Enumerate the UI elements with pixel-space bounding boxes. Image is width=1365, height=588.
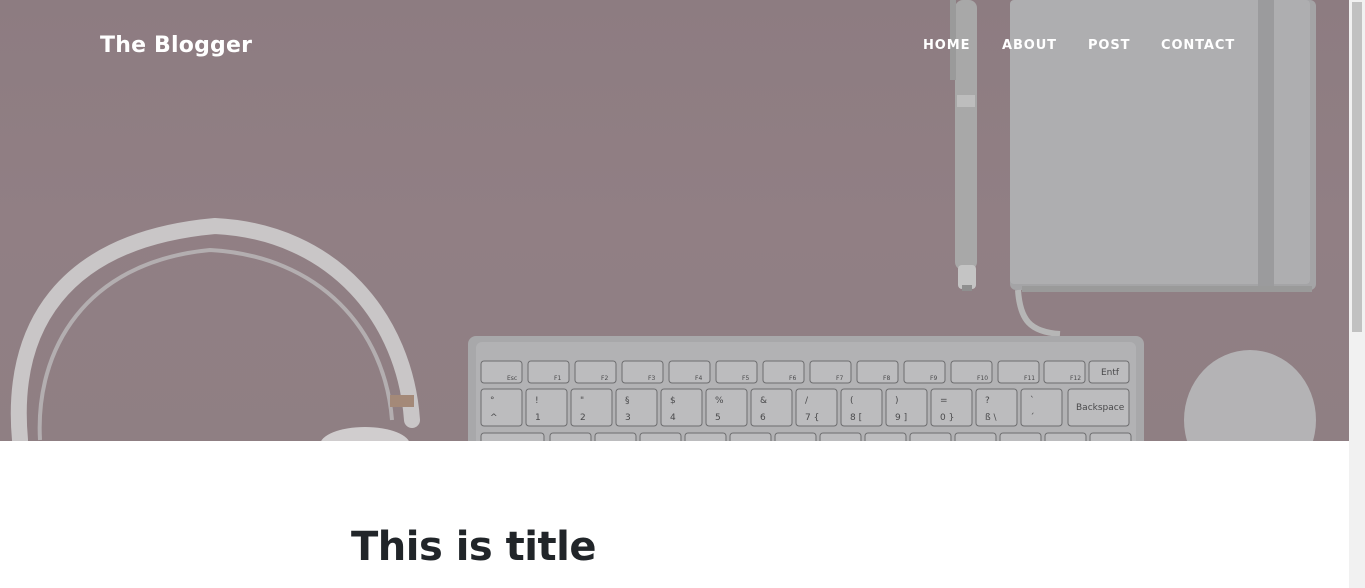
page: Esc F1 F2 F3 F4 F5 F6 F7 F8 F9 F10 F11 F12 Entf ° ^! 1 "… xyxy=(0,0,1349,588)
key-label: F7 xyxy=(836,375,843,382)
letter-key xyxy=(594,432,637,441)
number-key: /7 { xyxy=(795,388,838,427)
key-f12: F12 xyxy=(1043,360,1086,384)
key-label: % xyxy=(715,396,724,406)
scrollbar-thumb[interactable] xyxy=(1352,2,1362,332)
key-label: F5 xyxy=(742,375,749,382)
key-esc: Esc xyxy=(480,360,523,384)
key-label: ? xyxy=(985,396,990,406)
key-f7: F7 xyxy=(809,360,852,384)
key-label: 7 { xyxy=(805,413,819,423)
number-key: = 0 } xyxy=(930,388,973,427)
key-label: 2 xyxy=(580,413,586,423)
key-f4: F4 xyxy=(668,360,711,384)
number-key: (8 [ xyxy=(840,388,883,427)
letter-key xyxy=(909,432,952,441)
hero-desk-illustration: Esc F1 F2 F3 F4 F5 F6 F7 F8 F9 F10 F11 F12Entf °^!1"… xyxy=(10,0,1316,441)
key-f1: F1 xyxy=(527,360,570,384)
headphones-illustration xyxy=(10,217,420,441)
key-label: 9 ] xyxy=(895,413,907,423)
key-f3: F3 xyxy=(621,360,664,384)
mouse-illustration xyxy=(1184,350,1316,441)
key-label: Esc xyxy=(507,375,517,382)
nav-home[interactable]: HOME xyxy=(923,38,970,53)
number-key: ) 9 ] xyxy=(885,388,928,427)
number-key: ? ß \ xyxy=(975,388,1018,427)
number-key: "2 xyxy=(570,388,613,427)
key-label: ß \ xyxy=(985,413,998,423)
key-label: ) xyxy=(895,396,899,406)
letter-key xyxy=(639,432,682,441)
key-label: F3 xyxy=(648,375,655,382)
key-label: ´ xyxy=(1030,412,1035,423)
number-key: !1 xyxy=(525,388,568,427)
letter-key xyxy=(999,432,1042,441)
key-label: 8 [ xyxy=(850,413,862,423)
key-label: F10 xyxy=(977,375,988,382)
number-key: §3 xyxy=(615,388,658,427)
number-key: `´ xyxy=(1020,388,1063,427)
key-label: & xyxy=(760,396,767,406)
key-f2: F2 xyxy=(574,360,617,384)
key-f6: F6 xyxy=(762,360,805,384)
key-label: ` xyxy=(1030,395,1035,406)
key-label: 6 xyxy=(760,413,766,423)
nav-about[interactable]: ABOUT xyxy=(1002,38,1057,53)
key-label: $ xyxy=(670,396,676,406)
key-f11: F11 xyxy=(997,360,1040,384)
post-title: This is title xyxy=(351,524,596,570)
vertical-scrollbar[interactable] xyxy=(1349,0,1365,588)
key-label: § xyxy=(625,396,630,406)
key-label: F11 xyxy=(1024,375,1035,382)
key-label: 3 xyxy=(625,413,631,423)
key-f8: F8 xyxy=(856,360,899,384)
letter-key xyxy=(1044,432,1087,441)
letter-key xyxy=(774,432,817,441)
number-key: %5 xyxy=(705,388,748,427)
nav-contact[interactable]: CONTACT xyxy=(1161,38,1235,53)
key-label: " xyxy=(580,396,584,406)
key-entf: Entf xyxy=(1088,360,1130,384)
key-label: F8 xyxy=(883,375,890,382)
key-label: ( xyxy=(850,396,854,406)
letter-key xyxy=(549,432,592,441)
main-nav: HOME ABOUT POST CONTACT xyxy=(0,38,1349,58)
number-key: $4 xyxy=(660,388,703,427)
key-label: 0 } xyxy=(940,413,954,423)
key-f10: F10 xyxy=(950,360,993,384)
key-f5: F5 xyxy=(715,360,758,384)
key-label: F12 xyxy=(1070,375,1081,382)
key-label: F6 xyxy=(789,375,796,382)
key-label: 4 xyxy=(670,413,676,423)
keyboard-illustration: Esc F1 F2 F3 F4 F5 F6 F7 F8 F9 F10 F11 F12Entf °^!1"… xyxy=(468,336,1144,441)
key-label: F4 xyxy=(695,375,702,382)
key-label: F2 xyxy=(601,375,608,382)
letter-key xyxy=(729,432,772,441)
key-f9: F9 xyxy=(903,360,946,384)
key-label: ^ xyxy=(490,413,498,423)
key-label: Entf xyxy=(1101,368,1120,378)
letter-key xyxy=(1089,432,1132,441)
key-label: ° xyxy=(490,396,495,406)
key-label: F1 xyxy=(554,375,561,382)
key-tab xyxy=(480,432,545,441)
nav-post[interactable]: POST xyxy=(1088,38,1130,53)
letter-key xyxy=(864,432,907,441)
number-key: &6 xyxy=(750,388,793,427)
key-label: = xyxy=(940,396,948,406)
key-label: Backspace xyxy=(1076,403,1125,413)
key-label: F9 xyxy=(930,375,937,382)
key-label: 5 xyxy=(715,413,721,423)
letter-key xyxy=(954,432,997,441)
key-backspace: Backspace xyxy=(1067,388,1130,427)
hero-banner: Esc F1 F2 F3 F4 F5 F6 F7 F8 F9 F10 F11 F12 Entf ° ^! 1 "… xyxy=(0,0,1349,441)
key-label: ! xyxy=(535,396,539,406)
letter-key xyxy=(819,432,862,441)
letter-key xyxy=(684,432,727,441)
number-key: °^ xyxy=(480,388,523,427)
key-label: 1 xyxy=(535,413,541,423)
